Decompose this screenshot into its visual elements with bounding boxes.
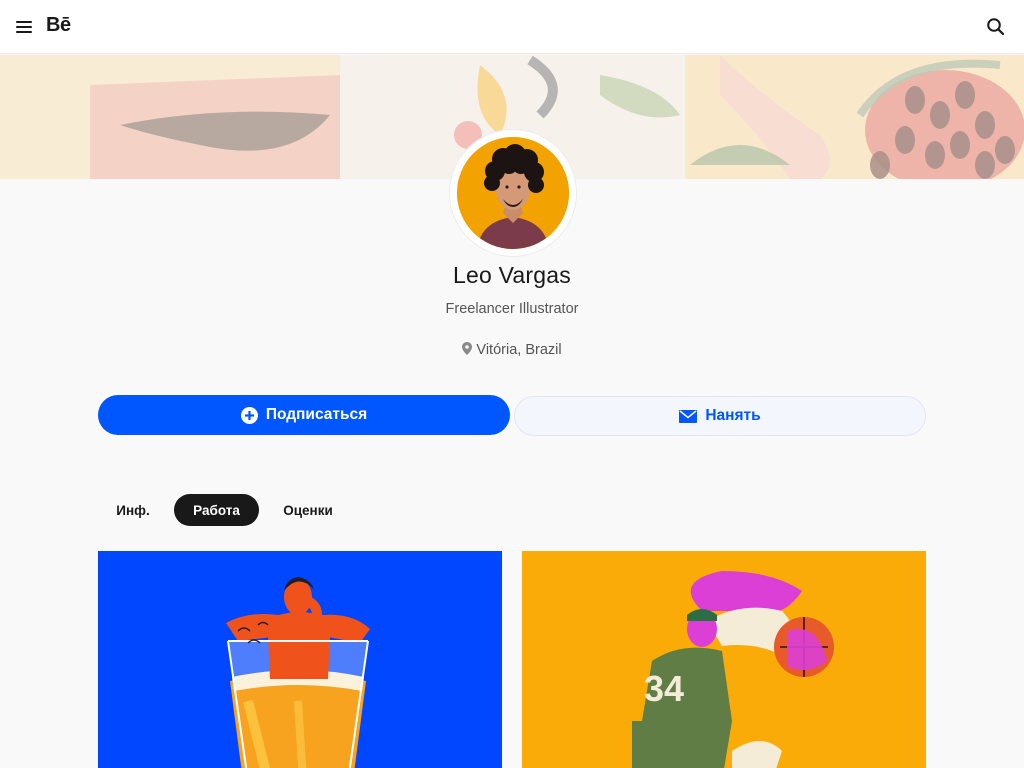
project-thumbnail-beer: [226, 577, 370, 768]
project-card[interactable]: [98, 551, 502, 768]
profile-occupation: Freelancer Illustrator: [445, 301, 579, 317]
profile-location: Vitória, Brazil: [0, 342, 1024, 359]
follow-button-label: Подписаться: [265, 406, 368, 423]
project-card[interactable]: 34: [522, 551, 926, 768]
hamburger-menu-icon[interactable]: [14, 17, 34, 37]
avatar-image: [457, 137, 569, 249]
tab-info[interactable]: Инф.: [104, 494, 162, 526]
top-navigation-bar: Bē: [0, 0, 1024, 54]
hire-button-label: Нанять: [705, 407, 761, 424]
profile-avatar[interactable]: [450, 130, 576, 256]
profile-name: Leo Vargas: [453, 262, 571, 288]
behance-logo[interactable]: Bē: [46, 14, 71, 37]
mail-icon: [679, 409, 698, 423]
hire-button[interactable]: Нанять: [514, 396, 926, 436]
location-text: Vitória, Brazil: [476, 342, 562, 358]
project-thumbnail-basketball: 34: [632, 571, 834, 768]
tab-reviews[interactable]: Оценки: [270, 494, 346, 526]
search-icon[interactable]: [986, 17, 1006, 37]
tab-work[interactable]: Работа: [174, 494, 259, 526]
svg-text:34: 34: [644, 668, 684, 709]
map-pin-icon: [462, 342, 473, 359]
plus-circle-icon: [240, 406, 258, 424]
follow-button[interactable]: Подписаться: [98, 395, 510, 435]
